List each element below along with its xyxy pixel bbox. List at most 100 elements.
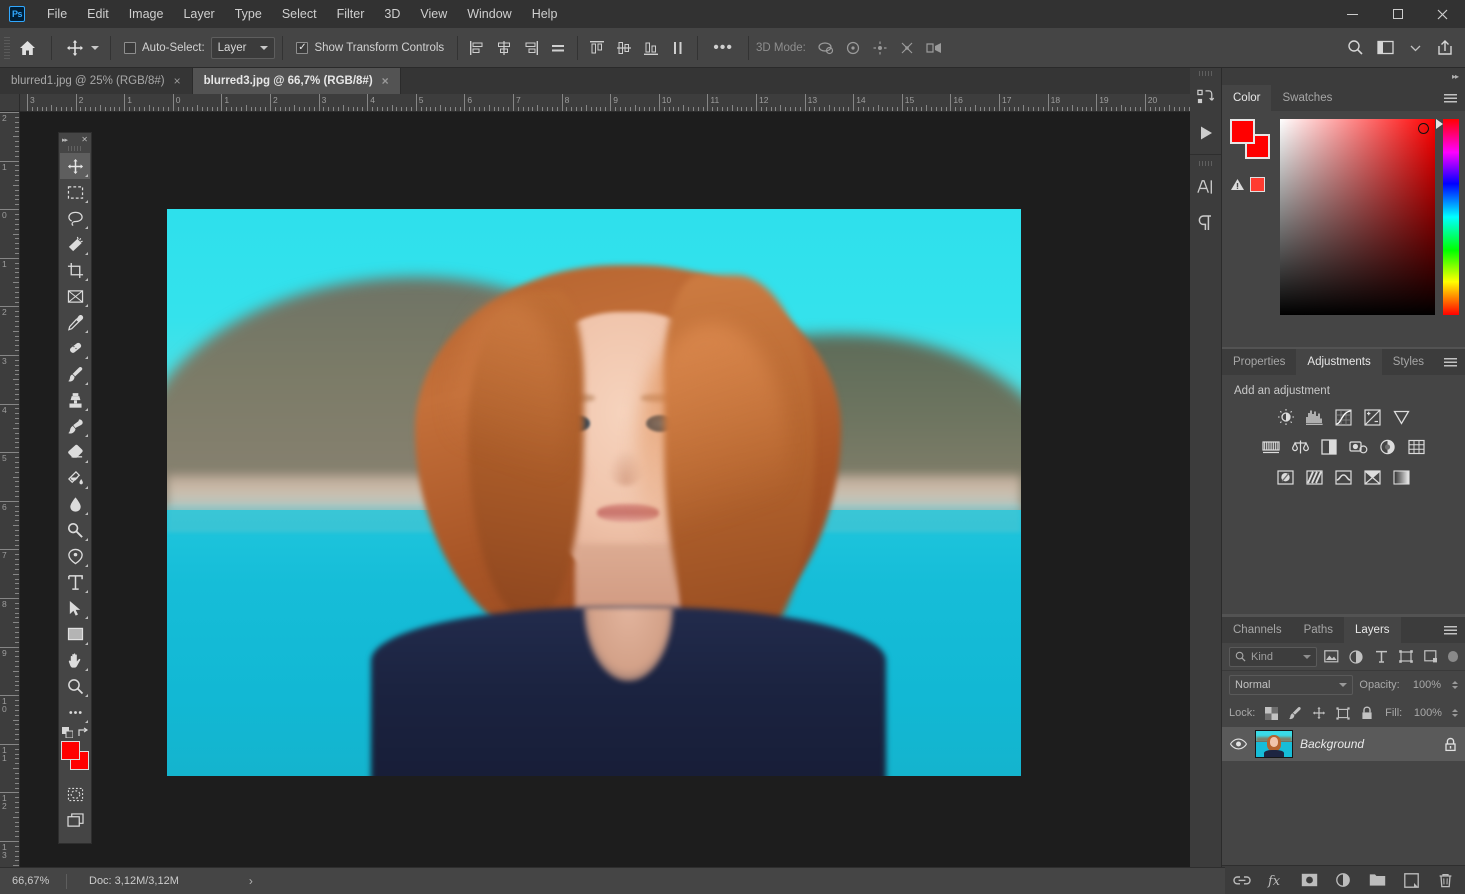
align-bottom-edges-icon[interactable] — [639, 36, 663, 60]
spot-healing-brush-tool[interactable] — [60, 335, 90, 361]
rail-grip-1[interactable] — [1199, 71, 1213, 76]
align-vertical-centers-icon[interactable] — [612, 36, 636, 60]
rail-grip-2[interactable] — [1199, 161, 1213, 166]
document-tab-blurred3[interactable]: blurred3.jpg @ 66,7% (RGB/8#) × — [193, 68, 401, 94]
opacity-stepper[interactable] — [1452, 681, 1458, 689]
posterize-icon[interactable] — [1304, 466, 1326, 488]
lock-transparent-pixels-icon[interactable] — [1262, 703, 1281, 723]
menu-edit[interactable]: Edit — [77, 0, 119, 28]
screen-mode-tool[interactable] — [60, 807, 90, 833]
character-icon[interactable] — [1190, 169, 1222, 205]
tools-panel-grip[interactable] — [68, 146, 82, 151]
show-transform-controls-group[interactable]: Show Transform Controls — [290, 42, 450, 54]
pan-3d-icon[interactable] — [868, 36, 892, 60]
lasso-tool[interactable] — [60, 205, 90, 231]
layer-style-fx-icon[interactable]: fx — [1266, 870, 1286, 890]
double-chevron-right-icon[interactable]: ▸▸ — [1452, 72, 1458, 81]
current-tool-selector[interactable] — [59, 36, 103, 60]
layer-kind-filter[interactable]: Kind — [1229, 647, 1317, 667]
color-foreground-swatch[interactable] — [1230, 119, 1255, 144]
workspace-icon[interactable] — [1371, 34, 1399, 62]
layer-name[interactable]: Background — [1300, 737, 1437, 751]
invert-icon[interactable] — [1275, 466, 1297, 488]
home-icon[interactable] — [10, 40, 44, 56]
clone-stamp-tool[interactable] — [60, 387, 90, 413]
magic-wand-tool[interactable] — [60, 231, 90, 257]
vertical-ruler[interactable]: 21012345678910111213 — [0, 112, 20, 867]
actions-play-icon[interactable] — [1190, 115, 1222, 151]
curves-icon[interactable] — [1333, 406, 1355, 428]
menu-window[interactable]: Window — [457, 0, 521, 28]
slide-3d-icon[interactable] — [895, 36, 919, 60]
lock-artboard-nesting-icon[interactable] — [1334, 703, 1353, 723]
menu-image[interactable]: Image — [119, 0, 174, 28]
tab-close-icon[interactable]: × — [382, 75, 389, 87]
menu-view[interactable]: View — [410, 0, 457, 28]
type-tool[interactable] — [60, 569, 90, 595]
paragraph-icon[interactable] — [1190, 205, 1222, 241]
brightness-contrast-icon[interactable] — [1275, 406, 1297, 428]
edit-toolbar-tool[interactable] — [60, 699, 90, 725]
menu-select[interactable]: Select — [272, 0, 327, 28]
crop-tool[interactable] — [60, 257, 90, 283]
align-left-edges-icon[interactable] — [465, 36, 489, 60]
black-white-icon[interactable] — [1318, 436, 1340, 458]
gamut-warning[interactable] — [1230, 177, 1272, 192]
adjustments-panel-menu-icon[interactable] — [1441, 349, 1459, 375]
layer-select-dropdown[interactable]: Layer — [211, 37, 276, 59]
new-layer-icon[interactable] — [1402, 870, 1422, 890]
color-swatches[interactable] — [60, 741, 90, 771]
smart-object-filter-icon[interactable] — [1421, 647, 1441, 667]
fill-stepper[interactable] — [1452, 709, 1458, 717]
menu-file[interactable]: File — [37, 0, 77, 28]
tab-channels[interactable]: Channels — [1222, 617, 1293, 643]
color-picker-field[interactable] — [1280, 119, 1435, 315]
color-panel-menu-icon[interactable] — [1441, 85, 1459, 111]
menu-filter[interactable]: Filter — [327, 0, 375, 28]
tab-adjustments[interactable]: Adjustments — [1296, 349, 1381, 375]
more-options-button[interactable]: ••• — [705, 43, 741, 53]
shape-layer-filter-icon[interactable] — [1396, 647, 1416, 667]
rectangle-tool[interactable] — [60, 621, 90, 647]
canvas-area[interactable] — [20, 112, 1190, 867]
history-icon[interactable] — [1190, 79, 1222, 115]
link-layers-icon[interactable] — [1232, 870, 1252, 890]
color-lookup-icon[interactable] — [1405, 436, 1427, 458]
opacity-value[interactable]: 100% — [1406, 676, 1444, 695]
history-brush-tool[interactable] — [60, 413, 90, 439]
align-horizontal-centers-icon[interactable] — [492, 36, 516, 60]
chevron-down-icon[interactable] — [1401, 34, 1429, 62]
layer-thumbnail[interactable] — [1255, 730, 1293, 758]
align-right-edges-icon[interactable] — [519, 36, 543, 60]
move-tool[interactable] — [60, 153, 90, 179]
options-bar-grip[interactable] — [4, 37, 10, 59]
eyedropper-tool[interactable] — [60, 309, 90, 335]
roll-3d-icon[interactable] — [841, 36, 865, 60]
horizontal-ruler[interactable]: 32101234567891011121314151617181920 — [20, 94, 1190, 112]
tab-swatches[interactable]: Swatches — [1271, 85, 1343, 111]
dodge-tool[interactable] — [60, 517, 90, 543]
menu-3d[interactable]: 3D — [374, 0, 410, 28]
type-layer-filter-icon[interactable] — [1371, 647, 1391, 667]
gradient-tool[interactable] — [60, 465, 90, 491]
tools-panel-header[interactable]: ▸▸ ✕ — [59, 133, 91, 146]
add-layer-mask-icon[interactable] — [1300, 870, 1320, 890]
new-adjustment-layer-icon[interactable] — [1334, 870, 1354, 890]
fill-value[interactable]: 100% — [1407, 704, 1445, 723]
show-transform-controls-checkbox[interactable] — [296, 42, 308, 54]
lock-image-pixels-icon[interactable] — [1286, 703, 1305, 723]
lock-all-icon[interactable] — [1357, 703, 1376, 723]
color-picker-marker[interactable] — [1418, 123, 1429, 134]
lock-icon[interactable] — [1444, 737, 1457, 752]
eraser-tool[interactable] — [60, 439, 90, 465]
distribute-horizontally-icon[interactable] — [546, 36, 570, 60]
hue-saturation-icon[interactable] — [1260, 436, 1282, 458]
color-balance-icon[interactable] — [1289, 436, 1311, 458]
gamut-replacement-swatch[interactable] — [1250, 177, 1265, 192]
double-chevron-icon[interactable]: ▸▸ — [62, 136, 67, 144]
search-icon[interactable] — [1341, 34, 1369, 62]
selective-color-icon[interactable] — [1362, 466, 1384, 488]
tab-styles[interactable]: Styles — [1382, 349, 1435, 375]
hue-slider[interactable] — [1443, 119, 1459, 315]
zoom-tool[interactable] — [60, 673, 90, 699]
